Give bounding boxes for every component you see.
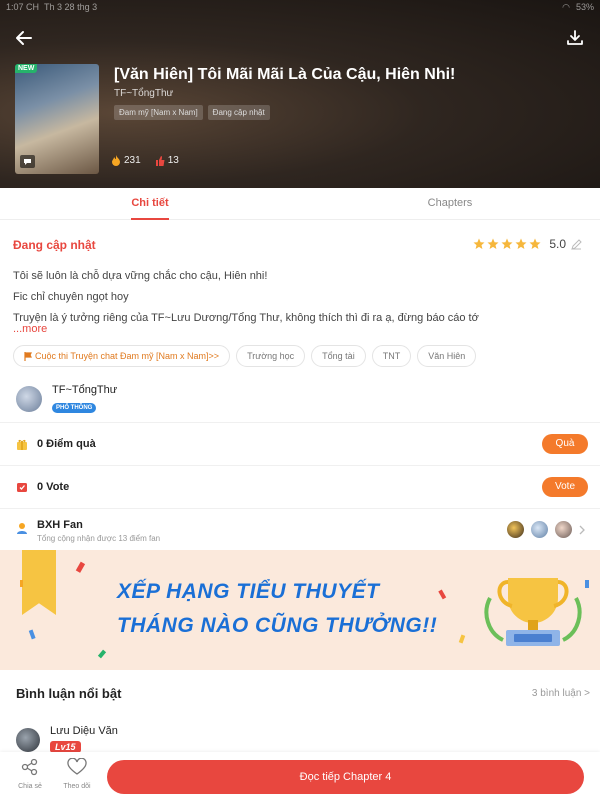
description-line: Tôi sẽ luôn là chỗ dựa vững chắc cho cậu… [13, 270, 268, 282]
gift-button[interactable]: Quà [542, 434, 588, 454]
battery-level: 53% [575, 2, 594, 12]
download-icon [567, 30, 583, 45]
description-line: Fic chỉ chuyên ngọt hoy [13, 291, 129, 303]
star-icon [529, 238, 541, 249]
fan-ranking-title: BXH Fan [37, 519, 83, 531]
heart-icon [67, 757, 87, 775]
featured-comments-title: Bình luận nổi bật [16, 686, 122, 701]
author-level-badge: PHỔ THÔNG [52, 403, 97, 413]
chip-contest[interactable]: Cuộc thi Truyện chat Đam mỹ [Nam x Nam]>… [13, 345, 231, 367]
share-button[interactable]: Chia sẻ [10, 758, 50, 790]
book-cover[interactable]: NEW [15, 64, 99, 174]
tab-chapters[interactable]: Chapters [300, 188, 600, 219]
download-button[interactable] [566, 29, 584, 47]
ticket-icon [17, 482, 27, 492]
book-title: [Văn Hiên] Tôi Mãi Mãi Là Của Cậu, Hiên … [114, 66, 456, 83]
vote-row: 0 Vote Vote [0, 465, 600, 507]
chevron-right-icon [579, 525, 585, 534]
description-line: Truyện là ý tưởng riêng của TF~Lưu Dương… [13, 312, 479, 324]
tag-genre: Đam mỹ [Nam x Nam] [114, 105, 203, 120]
star-icon [515, 238, 527, 249]
star-icon [487, 238, 499, 249]
fire-count: 231 [124, 155, 141, 166]
bottom-action-bar: Chia sẻ Theo dõi Đọc tiếp Chapter 4 [0, 752, 600, 800]
comment-item[interactable]: Lưu Diệu Văn Lv15 [16, 725, 118, 755]
read-more-link[interactable]: ...more [13, 323, 47, 335]
follow-label: Theo dõi [63, 783, 91, 790]
tag-status: Đang cập nhật [207, 105, 270, 120]
flag-icon [24, 351, 32, 361]
fan-avatar [555, 521, 572, 538]
commenter-name: Lưu Diệu Văn [50, 725, 118, 737]
star-icon [473, 238, 485, 249]
trophy-icon [484, 578, 582, 646]
star-icon [501, 238, 513, 249]
ranking-banner[interactable]: XẾP HẠNG TIỂU THUYẾT THÁNG NÀO CŨNG THƯỞ… [0, 550, 600, 670]
fan-avatar [507, 521, 524, 538]
fan-ranking-subtitle: Tổng cộng nhận được 13 điểm fan [37, 534, 161, 543]
continue-reading-button[interactable]: Đọc tiếp Chapter 4 [107, 760, 584, 794]
commenter-avatar [16, 728, 40, 752]
fire-stat: 231 [111, 155, 141, 166]
banner-subheadline: THÁNG NÀO CŨNG THƯỞNG!! [117, 614, 438, 637]
vote-button[interactable]: Vote [542, 477, 588, 497]
detail-tabs: Chi tiết Chapters [0, 188, 600, 220]
chip-topic[interactable]: Tổng tài [311, 345, 366, 367]
chat-icon [20, 155, 35, 168]
book-detail-page: 1:07 CH Th 3 28 thg 3 ◠ 53% NEW [Văn Hiê… [0, 0, 600, 800]
book-description: Tôi sẽ luôn là chỗ dựa vững chắc cho cậu… [13, 266, 583, 329]
book-header: 1:07 CH Th 3 28 thg 3 ◠ 53% NEW [Văn Hiê… [0, 0, 600, 188]
fire-icon [112, 155, 120, 166]
fan-icon [17, 523, 27, 534]
back-button[interactable] [14, 28, 34, 48]
book-tags: Đam mỹ [Nam x Nam] Đang cập nhật [114, 105, 270, 120]
arrow-left-icon [16, 31, 32, 45]
chip-topic[interactable]: TNT [371, 345, 412, 367]
banner-headline: XẾP HẠNG TIỂU THUYẾT [117, 580, 380, 603]
fan-avatar [531, 521, 548, 538]
edit-icon[interactable] [571, 238, 582, 250]
fan-ranking-row[interactable]: BXH Fan Tổng cộng nhận được 13 điểm fan [0, 508, 600, 548]
comments-count-link[interactable]: 3 bình luận > [532, 688, 590, 699]
follow-button[interactable]: Theo dõi [57, 757, 97, 790]
rating[interactable]: 5.0 [473, 237, 582, 251]
share-label: Chia sẻ [18, 783, 42, 790]
like-count: 13 [167, 155, 179, 166]
new-badge: NEW [15, 64, 38, 73]
gift-points: 0 Điểm quà [37, 437, 96, 450]
book-author[interactable]: TF~TổngThư [114, 88, 173, 99]
gift-icon [17, 439, 27, 450]
rating-stars [473, 238, 541, 250]
status-bar: 1:07 CH Th 3 28 thg 3 ◠ 53% [6, 2, 594, 14]
topic-chips: Cuộc thi Truyện chat Đam mỹ [Nam x Nam]>… [13, 345, 477, 367]
wifi-icon: ◠ [562, 2, 570, 12]
author-name: TF~TổngThư [52, 384, 118, 396]
tab-details[interactable]: Chi tiết [0, 188, 300, 220]
chip-topic[interactable]: Trường học [236, 345, 306, 367]
fan-avatars [507, 521, 586, 538]
book-stats: 231 13 [111, 155, 179, 166]
like-stat: 13 [155, 155, 179, 166]
chip-topic[interactable]: Văn Hiên [417, 345, 477, 367]
vote-count: 0 Vote [37, 480, 70, 493]
author-row[interactable]: TF~TổngThư PHỔ THÔNG [16, 384, 117, 414]
update-status: Đang cập nhật [13, 238, 96, 252]
gift-row: 0 Điểm quà Quà [0, 422, 600, 464]
status-time: 1:07 CH Th 3 28 thg 3 [6, 2, 98, 12]
rating-score: 5.0 [549, 237, 566, 251]
share-icon [21, 758, 38, 776]
author-avatar [16, 386, 42, 412]
thumbs-up-icon [155, 155, 165, 166]
